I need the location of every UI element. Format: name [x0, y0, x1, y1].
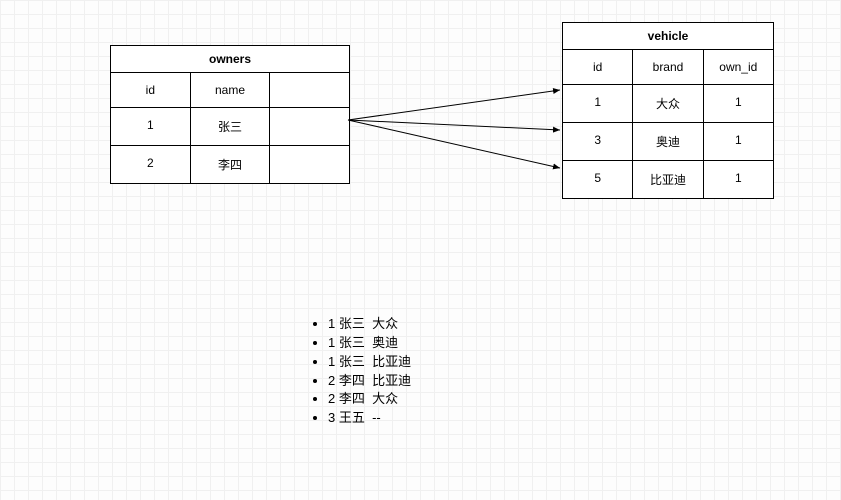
owners-col-2	[270, 73, 349, 107]
result-item-0: 1 张三 大众	[328, 315, 411, 334]
vehicle-cell-0-1: 大众	[633, 85, 703, 122]
result-item-5: 3 王五 --	[328, 409, 411, 428]
vehicle-cell-0-0: 1	[563, 85, 633, 122]
owners-entity-table: owners id name 1张三2李四	[110, 45, 350, 184]
owners-title: owners	[111, 46, 349, 73]
result-item-1: 1 张三 奥迪	[328, 334, 411, 353]
owners-cell-1-0: 2	[111, 146, 191, 183]
owners-row-1: 2李四	[111, 146, 349, 183]
join-results-list: 1 张三 大众1 张三 奥迪1 张三 比亚迪2 李四 比亚迪2 李四 大众3 王…	[310, 315, 411, 428]
result-item-3: 2 李四 比亚迪	[328, 372, 411, 391]
vehicle-header-row: id brand own_id	[563, 50, 773, 85]
vehicle-cell-2-1: 比亚迪	[633, 161, 703, 198]
owners-row-0: 1张三	[111, 108, 349, 146]
owners-cell-0-2	[270, 108, 349, 145]
owners-cell-0-1: 张三	[191, 108, 271, 145]
vehicle-cell-2-0: 5	[563, 161, 633, 198]
owners-col-1: name	[191, 73, 271, 107]
vehicle-entity-table: vehicle id brand own_id 1大众13奥迪15比亚迪1	[562, 22, 774, 199]
vehicle-title: vehicle	[563, 23, 773, 50]
result-item-4: 2 李四 大众	[328, 390, 411, 409]
vehicle-row-2: 5比亚迪1	[563, 161, 773, 198]
vehicle-row-1: 3奥迪1	[563, 123, 773, 161]
relationship-arrow-1	[348, 120, 560, 130]
owners-header-row: id name	[111, 73, 349, 108]
owners-cell-0-0: 1	[111, 108, 191, 145]
vehicle-cell-0-2: 1	[704, 85, 773, 122]
relationship-arrow-2	[348, 120, 560, 168]
vehicle-cell-1-1: 奥迪	[633, 123, 703, 160]
relationship-arrow-0	[348, 90, 560, 120]
result-item-2: 1 张三 比亚迪	[328, 353, 411, 372]
owners-cell-1-1: 李四	[191, 146, 271, 183]
vehicle-col-0: id	[563, 50, 633, 84]
vehicle-row-0: 1大众1	[563, 85, 773, 123]
owners-cell-1-2	[270, 146, 349, 183]
vehicle-col-2: own_id	[704, 50, 773, 84]
vehicle-cell-1-2: 1	[704, 123, 773, 160]
vehicle-cell-1-0: 3	[563, 123, 633, 160]
owners-col-0: id	[111, 73, 191, 107]
vehicle-col-1: brand	[633, 50, 703, 84]
diagram-canvas: owners id name 1张三2李四 vehicle id brand o…	[0, 0, 841, 500]
vehicle-cell-2-2: 1	[704, 161, 773, 198]
